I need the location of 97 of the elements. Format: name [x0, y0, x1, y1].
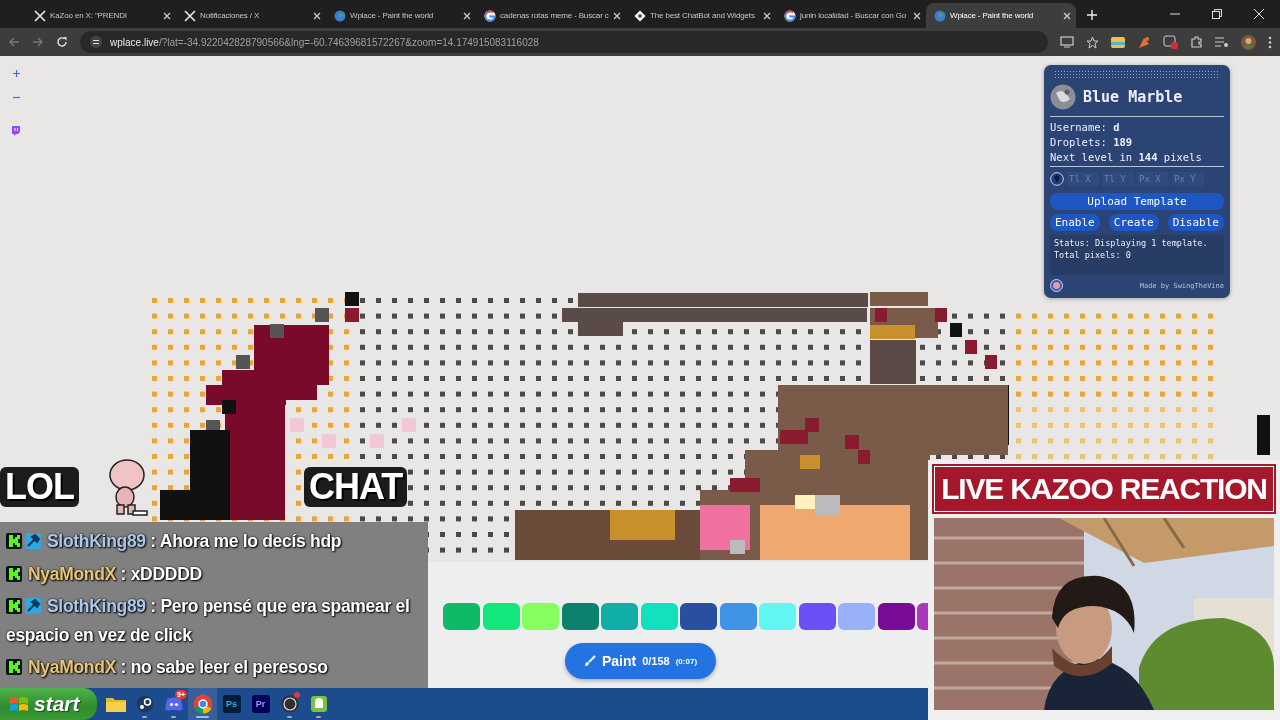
moderator-badge-icon	[25, 598, 41, 614]
overlay-caption: LOL	[0, 467, 79, 507]
chat-bubble-icon	[11, 126, 21, 136]
restore-icon[interactable]	[1212, 9, 1222, 19]
zoom-out-icon	[12, 95, 20, 99]
brush-icon	[583, 655, 596, 667]
paint-button[interactable]: Paint 0/158 (0:07)	[565, 643, 716, 679]
kick-badge-icon	[6, 598, 22, 614]
running-indicator	[287, 716, 292, 718]
close-icon[interactable]	[163, 11, 171, 20]
url-text: wplace.live/?lat=-34.922042828790566&lng=-60.74639681572267&zoom=14.174915083116028	[110, 36, 539, 48]
media-icon[interactable]	[1215, 36, 1229, 48]
close-icon[interactable]	[913, 11, 921, 20]
info-line: Droplets: 189	[1050, 136, 1134, 148]
extension-icon[interactable]	[1137, 35, 1151, 49]
color-swatch[interactable]	[482, 603, 520, 630]
color-swatch[interactable]	[838, 603, 875, 630]
reload-icon[interactable]	[56, 36, 68, 48]
install-icon[interactable]	[1060, 36, 1074, 48]
start-button[interactable]: start	[0, 688, 97, 720]
premiere-icon: Pr	[251, 695, 270, 713]
color-swatch[interactable]	[443, 603, 480, 630]
discord-icon[interactable]	[163, 696, 184, 712]
steam-icon[interactable]	[135, 695, 154, 713]
running-indicator	[171, 716, 176, 718]
browser-icon[interactable]	[192, 694, 213, 714]
folder-icon[interactable]	[105, 696, 126, 712]
zoom-in-icon	[12, 69, 20, 77]
kick-badge-icon	[6, 565, 22, 582]
moderator-badge-icon	[25, 533, 41, 549]
android-icon[interactable]	[309, 695, 328, 713]
diamond-icon	[634, 9, 646, 22]
close-icon[interactable]	[1063, 11, 1071, 20]
close-icon[interactable]	[463, 11, 471, 20]
running-indicator	[316, 716, 321, 718]
globe-icon	[934, 9, 946, 22]
windows-logo-icon	[9, 695, 29, 713]
color-swatch[interactable]	[522, 603, 559, 630]
forward-icon[interactable]	[32, 36, 44, 48]
pixel-block-drawing	[1257, 415, 1270, 455]
color-swatch[interactable]	[680, 603, 717, 630]
address-bar[interactable]: wplace.live/?lat=-34.922042828790566&lng=-60.74639681572267&zoom=14.174915083116028	[80, 31, 1048, 53]
close-icon[interactable]	[1254, 9, 1264, 19]
extensions-icon[interactable]	[1190, 35, 1203, 49]
chat-message: NyaMondX : xDDDDD	[6, 559, 422, 588]
google-icon	[484, 9, 496, 22]
color-swatch[interactable]	[877, 603, 915, 630]
site-settings-icon[interactable]	[90, 36, 102, 48]
photoshop-icon: Ps	[222, 695, 241, 713]
new-tab-icon[interactable]	[1086, 9, 1098, 21]
taskbar-app[interactable]	[188, 688, 217, 720]
panel-title: Blue Marble	[1083, 88, 1183, 106]
taskbar-app[interactable]: Ps	[217, 688, 246, 720]
globe-icon	[334, 9, 346, 22]
color-swatch[interactable]	[719, 603, 757, 630]
chat-message: SlothKing89 : Pero pensé que era spamear el espacio en vez de click	[6, 595, 411, 647]
alert-dot	[294, 692, 300, 698]
template-action-button[interactable]: Enable	[1050, 214, 1100, 231]
extension-icon[interactable]	[1111, 35, 1125, 49]
template-action-button[interactable]: Create	[1108, 214, 1159, 231]
close-icon[interactable]	[763, 11, 771, 20]
running-indicator	[142, 716, 147, 718]
color-swatch[interactable]	[798, 603, 836, 630]
close-icon[interactable]	[613, 11, 621, 20]
x-logo-icon	[34, 9, 46, 22]
upload-template-button[interactable]: Upload Template	[1050, 193, 1224, 210]
overlay-caption: CHAT	[304, 467, 408, 507]
star-icon[interactable]	[1086, 35, 1099, 49]
info-line: Next level in 144 pixels	[1050, 151, 1203, 163]
info-line: Username: d	[1050, 121, 1121, 133]
record-icon[interactable]	[280, 695, 299, 713]
close-icon[interactable]	[313, 11, 321, 20]
avatar-icon[interactable]	[1241, 34, 1256, 50]
running-indicator	[196, 716, 209, 718]
color-swatch[interactable]	[561, 603, 599, 630]
chat-button[interactable]	[9, 124, 23, 138]
color-swatch[interactable]	[759, 603, 796, 630]
extension-icon[interactable]	[1163, 35, 1178, 49]
kick-badge-icon	[6, 533, 22, 549]
browser-tab[interactable]: Wplace - Paint the world	[926, 3, 1076, 28]
chat-message: NyaMondX : no sabe leer el peresoso	[6, 653, 422, 682]
taskbar-app[interactable]: Pr	[246, 688, 275, 720]
template-action-button[interactable]: Disable	[1167, 214, 1224, 231]
chat-message: SlothKing89 : Ahora me lo decís hdp	[6, 527, 422, 556]
color-swatch[interactable]	[917, 603, 929, 630]
x-logo-icon	[184, 9, 196, 22]
color-swatch[interactable]	[640, 603, 678, 630]
globe-icon	[1050, 84, 1076, 110]
pin-button[interactable]	[1050, 172, 1064, 186]
color-swatch[interactable]	[601, 603, 638, 630]
stream-banner: LIVE KAZOO REACTION	[934, 466, 1274, 512]
google-icon	[784, 9, 796, 22]
status-text: Status: Displaying 1 template. Total pixels: 0	[1050, 235, 1224, 275]
back-icon[interactable]	[8, 36, 20, 48]
menu-icon[interactable]	[1268, 35, 1272, 49]
kick-badge-icon	[6, 659, 22, 675]
palette-icon[interactable]	[1050, 279, 1063, 292]
